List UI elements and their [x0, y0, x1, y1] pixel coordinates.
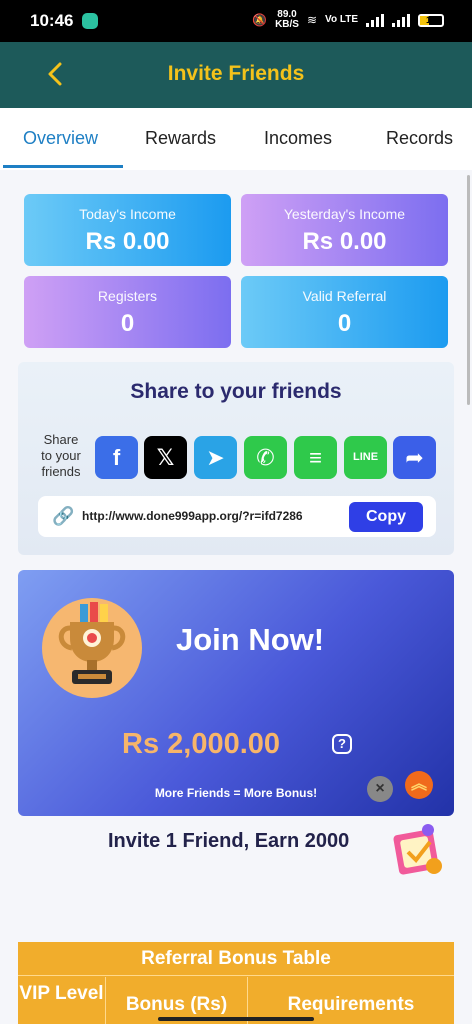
tab-records[interactable]: Records: [386, 128, 453, 149]
share-title: Share to your friends: [130, 380, 342, 403]
stat-value: Rs 0.00: [302, 228, 387, 255]
app-header: Invite Friends: [0, 42, 472, 108]
share-telegram-button[interactable]: ➤: [194, 436, 237, 479]
mute-icon: 🔕: [252, 13, 268, 27]
stat-valid-referral: Valid Referral 0: [241, 276, 448, 348]
network-speed: 89.0 KB/S: [275, 10, 299, 30]
share-arrow-icon: ➦: [405, 445, 424, 470]
sms-icon: ≡: [309, 445, 322, 470]
active-tab-indicator: [3, 165, 123, 168]
share-label-line: Share: [43, 432, 79, 447]
stat-registers: Registers 0: [24, 276, 231, 348]
stat-value: 0: [120, 310, 135, 337]
tab-incomes[interactable]: Incomes: [264, 128, 332, 149]
signal-icon: [366, 13, 384, 27]
share-label-line: friends: [41, 464, 81, 479]
share-whatsapp-button[interactable]: ✆: [244, 436, 287, 479]
stat-label: Yesterday's Income: [283, 206, 406, 222]
share-card: Share to your friends Share to your frie…: [18, 362, 454, 555]
share-line-button[interactable]: LINE: [344, 436, 387, 479]
gift-icon[interactable]: [388, 818, 450, 880]
network-speed-unit: KB/S: [275, 19, 299, 30]
wifi-icon: ≋: [306, 13, 318, 27]
battery-icon: 19: [418, 13, 444, 27]
bonus-amount: Rs 2,000.00: [122, 728, 281, 760]
line-icon: LINE: [352, 451, 379, 463]
column-header-vip: VIP Level: [18, 977, 106, 1024]
tab-bar: Overview Rewards Incomes Records: [0, 108, 472, 170]
stat-value: Rs 0.00: [85, 228, 170, 255]
close-icon[interactable]: ×: [367, 776, 393, 802]
telegram-icon: ➤: [206, 445, 225, 470]
stat-label: Registers: [97, 288, 158, 304]
battery-level: 19: [425, 14, 436, 25]
stat-value: 0: [337, 310, 352, 337]
x-icon: 𝕏: [156, 445, 175, 470]
home-indicator[interactable]: [158, 1017, 314, 1021]
facebook-icon: f: [112, 445, 121, 470]
notification-app-icon: [82, 13, 98, 29]
share-sms-button[interactable]: ≡: [294, 436, 337, 479]
status-indicators: 🔕 89.0 KB/S ≋ Vo LTE 19: [252, 10, 444, 30]
tab-rewards[interactable]: Rewards: [145, 128, 216, 149]
share-x-button[interactable]: 𝕏: [144, 436, 187, 479]
share-label: Share to your friends: [36, 432, 86, 480]
stat-yesterday-income: Yesterday's Income Rs 0.00: [241, 194, 448, 266]
trophy-icon: [42, 598, 142, 698]
stat-label: Today's Income: [79, 206, 176, 222]
page-title: Invite Friends: [167, 62, 305, 85]
tab-overview[interactable]: Overview: [23, 128, 98, 149]
table-title: Referral Bonus Table: [18, 942, 454, 976]
signal-icon-2: [392, 13, 410, 27]
invite-heading: Invite 1 Friend, Earn 2000: [108, 830, 350, 852]
share-facebook-button[interactable]: f: [95, 436, 138, 479]
stat-today-income: Today's Income Rs 0.00: [24, 194, 231, 266]
referral-url: http://www.done999app.org/?r=ifd7286: [82, 509, 303, 523]
share-more-button[interactable]: ➦: [393, 436, 436, 479]
link-icon: 🔗: [52, 506, 75, 526]
help-icon[interactable]: ?: [332, 734, 352, 754]
volte-label: Vo LTE: [325, 14, 358, 25]
scroll-top-icon[interactable]: ︽: [405, 771, 433, 799]
gift-graphic: [393, 824, 442, 875]
stat-label: Valid Referral: [302, 288, 387, 304]
status-time: 10:46: [30, 11, 74, 30]
join-now-label: Join Now!: [176, 622, 325, 657]
share-label-line: to your: [41, 448, 81, 463]
status-bar: 10:46 🔕 89.0 KB/S ≋ Vo LTE 19: [0, 0, 472, 42]
copy-button[interactable]: Copy: [349, 502, 423, 532]
whatsapp-icon: ✆: [256, 445, 275, 470]
referral-link-box: 🔗 http://www.done999app.org/?r=ifd7286 C…: [38, 496, 436, 537]
join-now-banner[interactable]: Join Now! Rs 2,000.00 ? More Friends = M…: [18, 570, 454, 816]
trophy-graphic: [58, 602, 126, 684]
scrollbar[interactable]: [467, 175, 470, 405]
referral-bonus-table: Referral Bonus Table VIP Level Bonus (Rs…: [18, 942, 454, 1024]
